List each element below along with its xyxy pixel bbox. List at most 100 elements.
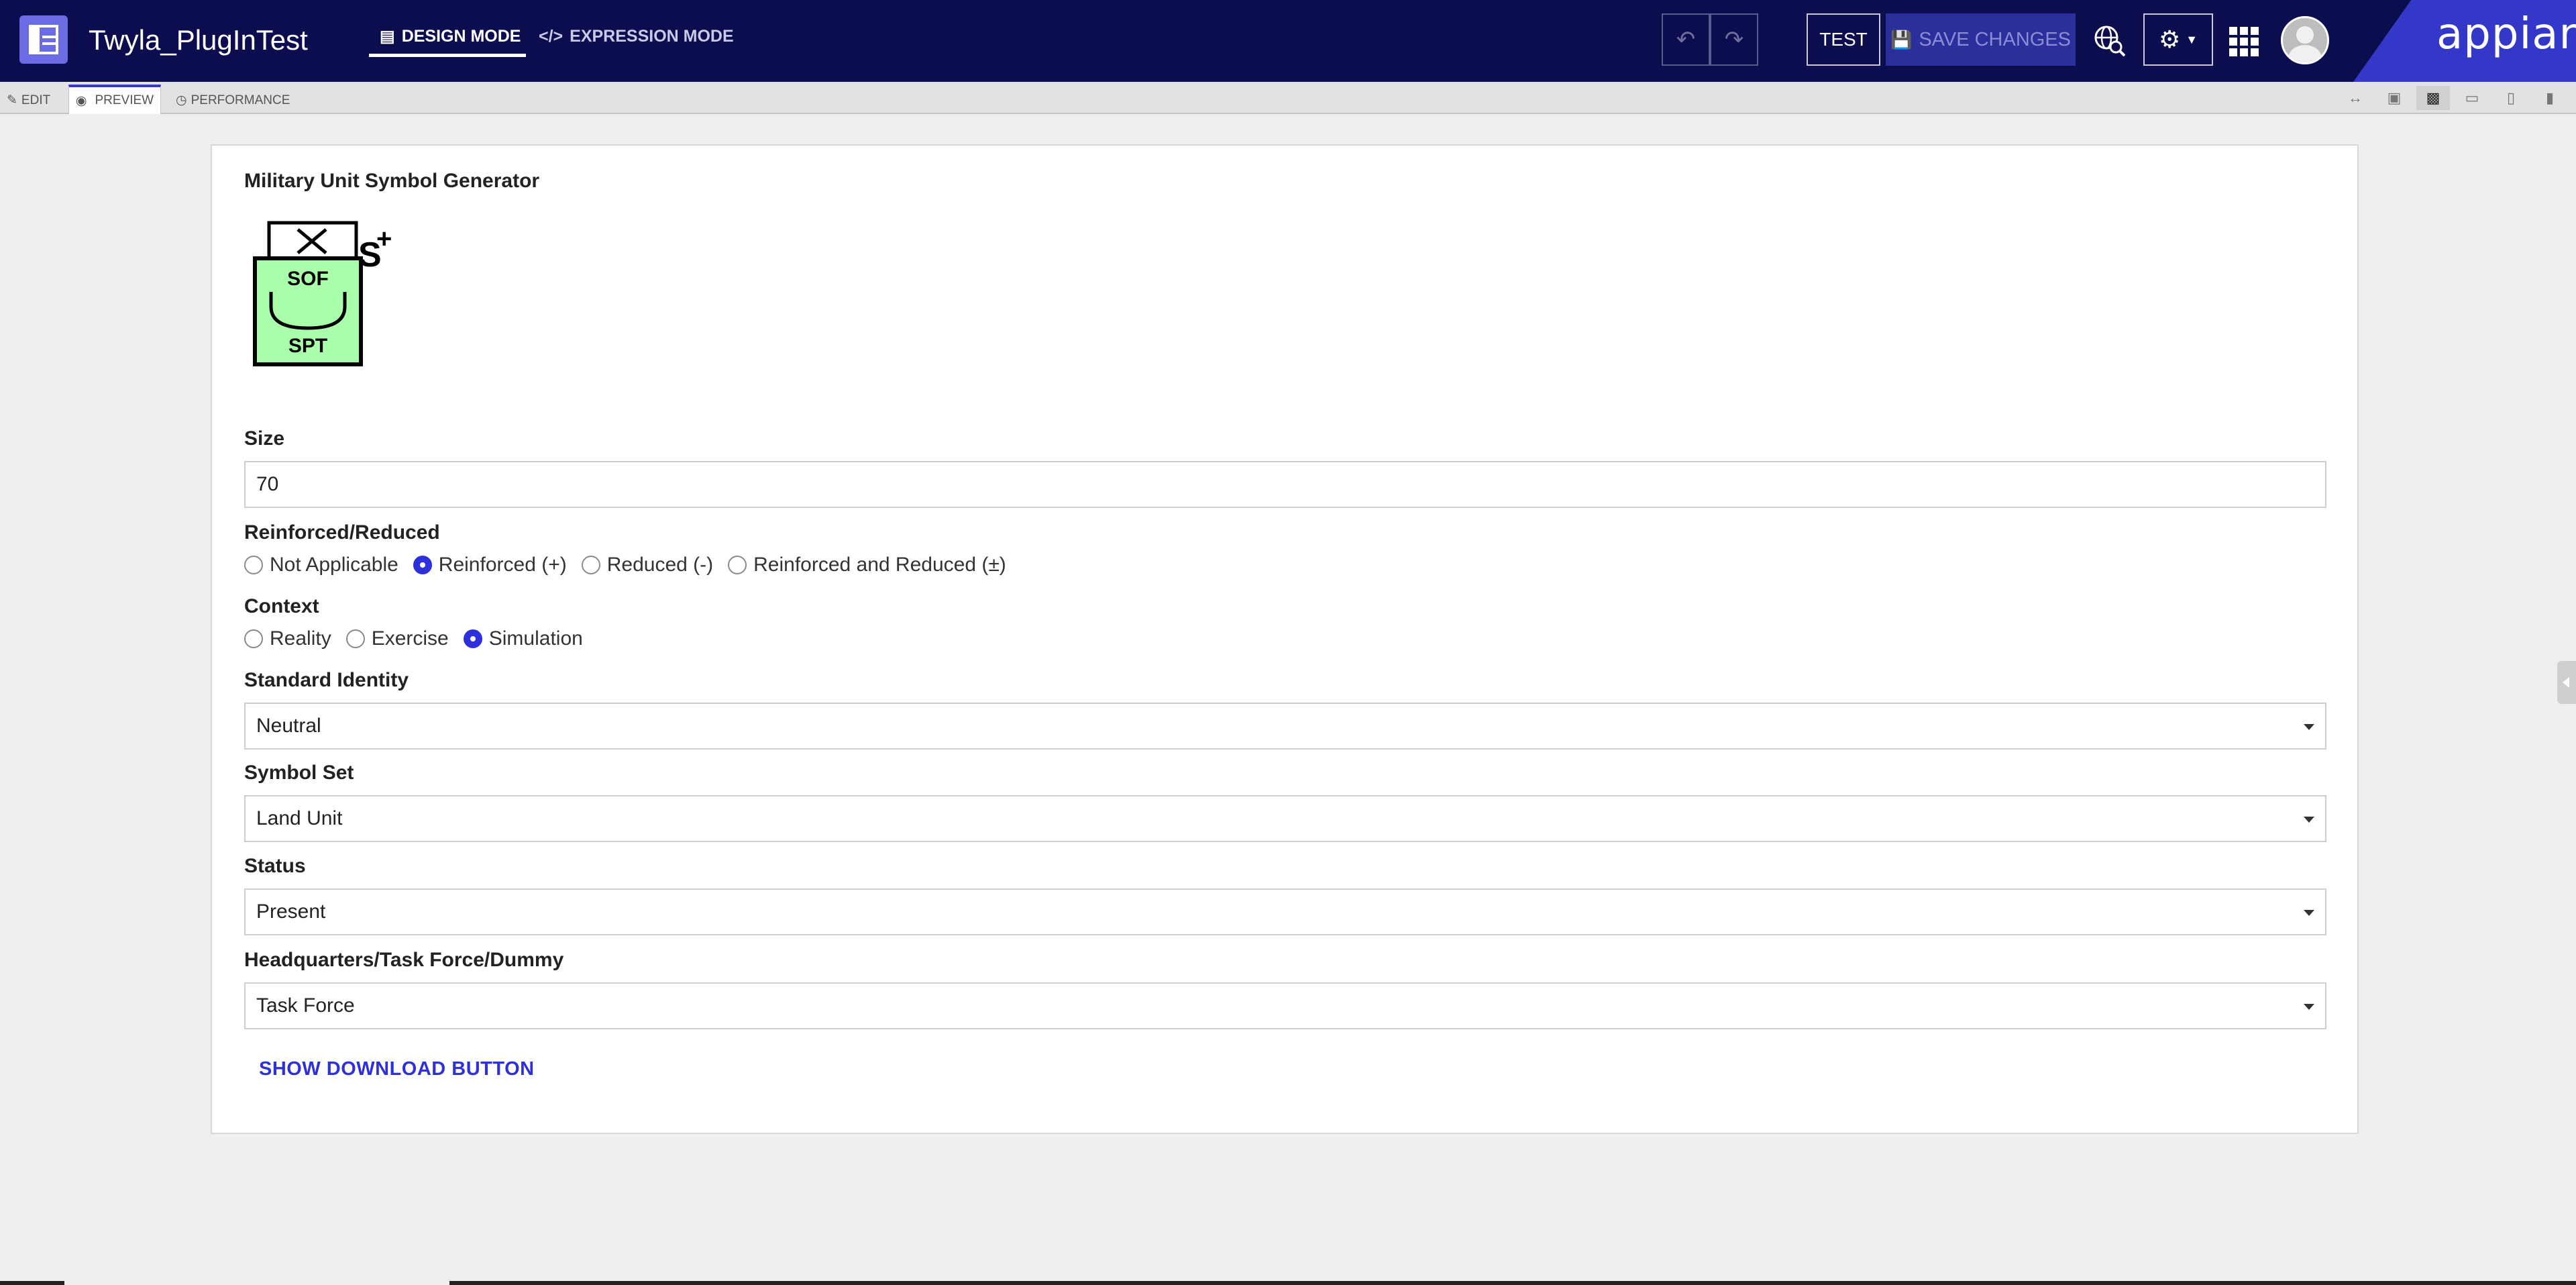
symbol-set-label: Symbol Set: [244, 762, 354, 784]
test-button-label: TEST: [1819, 29, 1868, 50]
hq-tf-dummy-label: Headquarters/Task Force/Dummy: [244, 949, 564, 971]
avatar-body: [2288, 45, 2322, 62]
radio-option-label: Reinforced and Reduced (±): [753, 554, 1006, 576]
reinforced-mark: +: [376, 224, 392, 254]
radio-button-selected[interactable]: [463, 629, 482, 648]
tab-performance[interactable]: ◷ PERFORMANCE: [176, 93, 290, 108]
dropdown-value: Neutral: [256, 715, 321, 737]
tab-preview-label: PREVIEW: [95, 93, 154, 107]
eye-icon: ◉: [75, 93, 87, 108]
redo-icon: ↷: [1724, 27, 1744, 52]
dropdown-value: Present: [256, 901, 326, 923]
expression-mode-label: EXPRESSION MODE: [570, 27, 734, 46]
undo-icon: ↶: [1676, 27, 1696, 52]
active-mode-underline: [369, 54, 526, 57]
size-input[interactable]: [244, 461, 2326, 508]
show-download-button-link[interactable]: SHOW DOWNLOAD BUTTON: [259, 1058, 535, 1080]
symbol-set-dropdown[interactable]: Land Unit: [244, 795, 2326, 842]
context-label: Context: [244, 595, 319, 617]
design-mode-icon: ▤: [380, 28, 395, 46]
radio-option[interactable]: Reduced (-): [581, 554, 713, 576]
bottom-edge-bar: [449, 1281, 2576, 1285]
radio-option[interactable]: Reality: [244, 627, 331, 650]
undo-button[interactable]: ↶: [1662, 13, 1710, 66]
radio-button-selected[interactable]: [413, 556, 432, 574]
design-mode-tab[interactable]: ▤ DESIGN MODE: [380, 27, 521, 46]
tab-preview[interactable]: ◉ PREVIEW: [68, 85, 161, 114]
gear-icon: ⚙: [2158, 25, 2181, 53]
radio-button[interactable]: [244, 629, 263, 648]
radio-option[interactable]: Not Applicable: [244, 554, 398, 576]
appian-logo[interactable]: appian: [2436, 9, 2576, 59]
status-dropdown[interactable]: Present: [244, 888, 2326, 935]
hq-tf-dummy-dropdown[interactable]: Task Force: [244, 982, 2326, 1029]
chevron-down-icon: ▼: [2186, 32, 2198, 46]
radio-button[interactable]: [345, 629, 365, 648]
clock-icon: ◷: [176, 93, 187, 107]
form-title: Military Unit Symbol Generator: [244, 170, 540, 192]
side-panel-toggle[interactable]: [2557, 661, 2576, 704]
tab-edit[interactable]: ✎ EDIT: [7, 93, 50, 108]
radio-option[interactable]: Exercise: [345, 627, 449, 650]
radio-button[interactable]: [244, 556, 263, 574]
status-label: Status: [244, 855, 306, 877]
tab-performance-label: PERFORMANCE: [191, 93, 290, 107]
radio-option-label: Reinforced (+): [438, 554, 567, 576]
app-icon-column: [29, 25, 40, 54]
symbol-bottom-text: SPT: [288, 335, 327, 357]
app-icon-line: [42, 36, 56, 38]
tab-edit-label: EDIT: [21, 93, 51, 107]
app-launcher-grid-icon[interactable]: [2229, 27, 2261, 56]
save-changes-label: SAVE CHANGES: [1919, 28, 2072, 50]
radio-option-label: Simulation: [488, 627, 583, 650]
app-icon[interactable]: [19, 15, 68, 64]
caret-down-icon: [2304, 1004, 2314, 1010]
standard-identity-dropdown[interactable]: Neutral: [244, 703, 2326, 750]
desktop-icon[interactable]: ▩: [2416, 86, 2450, 110]
avatar-head: [2296, 26, 2314, 44]
save-changes-button[interactable]: 💾 SAVE CHANGES: [1886, 13, 2076, 66]
caret-down-icon: [2304, 817, 2314, 823]
context-radio-group: Reality Exercise Simulation: [244, 627, 598, 650]
globe-search-icon[interactable]: [2092, 23, 2127, 58]
radio-button[interactable]: [581, 556, 600, 574]
radio-option-label: Not Applicable: [270, 554, 398, 576]
expression-mode-tab[interactable]: </> EXPRESSION MODE: [539, 27, 734, 46]
code-icon: </>: [539, 27, 564, 46]
radio-option[interactable]: Reinforced (+): [413, 554, 567, 576]
test-button[interactable]: TEST: [1807, 13, 1880, 66]
symbol-top-text: SOF: [287, 268, 329, 290]
reinforced-reduced-label: Reinforced/Reduced: [244, 521, 440, 544]
tablet-landscape-icon[interactable]: ▭: [2455, 86, 2489, 110]
top-header: Twyla_PlugInTest ▤ DESIGN MODE </> EXPRE…: [0, 0, 2576, 82]
dropdown-value: Task Force: [256, 994, 355, 1017]
redo-button[interactable]: ↷: [1710, 13, 1758, 66]
view-tabs-bar: ✎ EDIT ◉ PREVIEW ◷ PERFORMANCE ↔ ▣ ▩ ▭ ▯…: [0, 82, 2576, 114]
edit-icon: ✎: [7, 93, 17, 107]
tablet-portrait-icon[interactable]: ▯: [2494, 86, 2528, 110]
device-preview-toggle: ↔ ▣ ▩ ▭ ▯ ▮: [2339, 86, 2567, 110]
radio-option-label: Exercise: [371, 627, 449, 650]
radio-button[interactable]: [728, 556, 747, 574]
reinforced-reduced-radio-group: Not Applicable Reinforced (+) Reduced (-…: [244, 554, 1021, 576]
radio-option[interactable]: Reinforced and Reduced (±): [728, 554, 1006, 576]
bottom-edge-bar: [0, 1281, 64, 1285]
military-unit-symbol: SOF SPT S +: [253, 221, 392, 366]
app-title: Twyla_PlugInTest: [89, 24, 308, 56]
phone-icon[interactable]: ▮: [2533, 86, 2567, 110]
user-avatar[interactable]: [2281, 16, 2329, 64]
design-mode-label: DESIGN MODE: [401, 27, 521, 46]
fit-width-icon[interactable]: ↔: [2339, 86, 2372, 110]
caret-down-icon: [2304, 910, 2314, 916]
radio-option[interactable]: Simulation: [463, 627, 583, 650]
form-card: Military Unit Symbol Generator SOF SPT S…: [211, 144, 2359, 1134]
size-label: Size: [244, 427, 285, 450]
settings-menu-button[interactable]: ⚙ ▼: [2143, 13, 2213, 66]
save-icon: 💾: [1890, 29, 1913, 50]
wide-desktop-icon[interactable]: ▣: [2377, 86, 2411, 110]
app-icon-line: [42, 42, 56, 45]
dropdown-value: Land Unit: [256, 807, 343, 829]
caret-down-icon: [2304, 724, 2314, 730]
standard-identity-label: Standard Identity: [244, 669, 409, 691]
radio-option-label: Reality: [270, 627, 331, 650]
